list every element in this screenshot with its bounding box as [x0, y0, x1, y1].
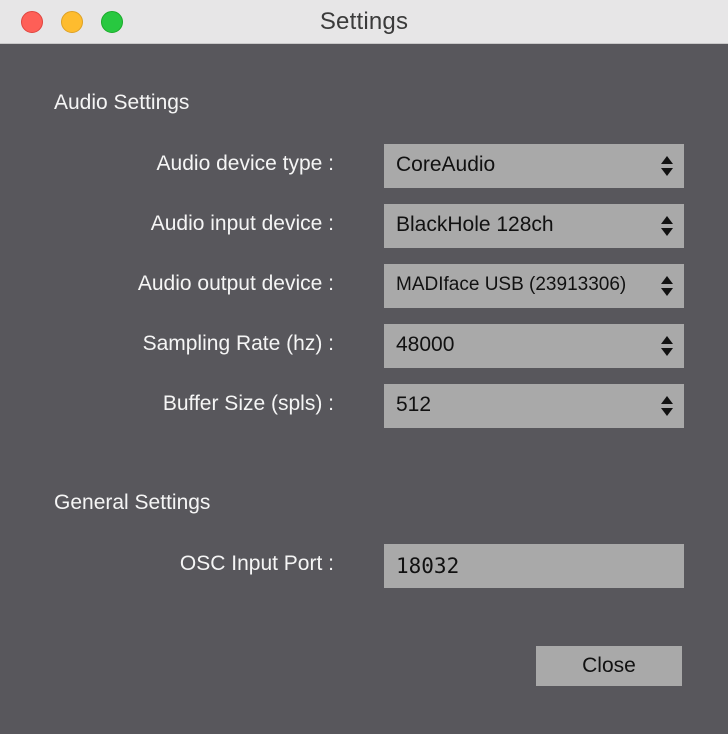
up-down-arrows-icon	[660, 395, 674, 417]
buffer-size-value: 512	[396, 393, 432, 416]
audio-device-type-label: Audio device type :	[156, 152, 334, 175]
sampling-rate-label: Sampling Rate (hz) :	[142, 332, 334, 355]
audio-device-type-value: CoreAudio	[396, 153, 496, 176]
audio-output-device-value: MADIface USB (23913306)	[396, 274, 627, 295]
audio-settings-heading: Audio Settings	[54, 91, 190, 114]
osc-input-port-label: OSC Input Port :	[179, 552, 334, 575]
audio-output-device-select[interactable]: MADIface USB (23913306)	[384, 264, 684, 308]
audio-input-device-label: Audio input device :	[150, 212, 334, 235]
buffer-size-label: Buffer Size (spls) :	[162, 392, 334, 415]
title-bar[interactable]: Settings	[0, 0, 728, 44]
sampling-rate-value: 48000	[396, 333, 455, 356]
settings-window: Settings Audio Settings Audio device typ…	[0, 0, 728, 734]
buffer-size-select[interactable]: 512	[384, 384, 684, 428]
window-title: Settings	[319, 8, 409, 35]
up-down-arrows-icon	[660, 215, 674, 237]
audio-input-device-select[interactable]: BlackHole 128ch	[384, 204, 684, 248]
up-down-arrows-icon	[660, 275, 674, 297]
osc-input-port-input[interactable]	[384, 544, 684, 588]
close-button[interactable]: Close	[536, 646, 682, 686]
osc-input-port-field[interactable]	[384, 544, 684, 588]
general-settings-heading: General Settings	[54, 491, 211, 514]
audio-output-device-label: Audio output device :	[137, 272, 334, 295]
sampling-rate-select[interactable]: 48000	[384, 324, 684, 368]
audio-input-device-value: BlackHole 128ch	[396, 213, 554, 236]
up-down-arrows-icon	[660, 335, 674, 357]
audio-device-type-select[interactable]: CoreAudio	[384, 144, 684, 188]
up-down-arrows-icon	[660, 155, 674, 177]
